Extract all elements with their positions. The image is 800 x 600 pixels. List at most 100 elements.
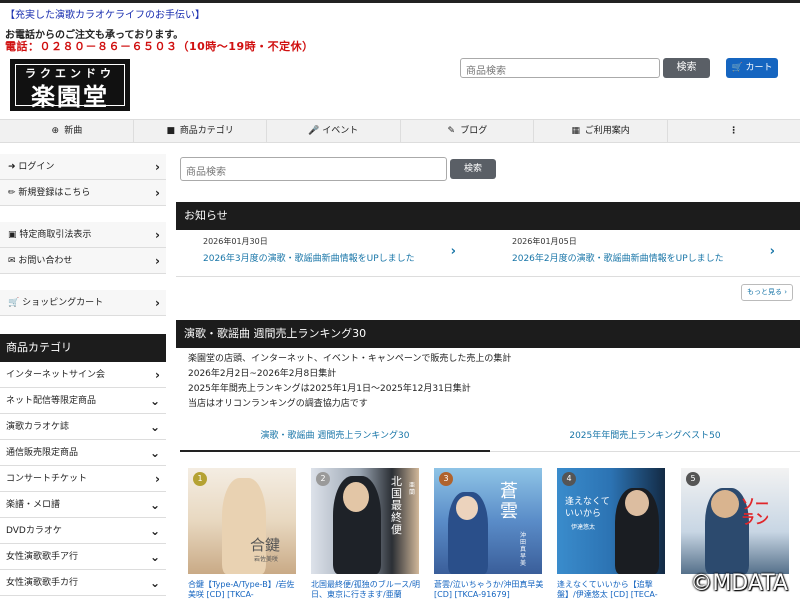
category-heading: 商品カテゴリ — [0, 334, 166, 362]
news-item[interactable]: 2026年01月05日 2026年2月度の演歌・歌謡曲新曲情報をUPしました › — [485, 236, 785, 276]
news-item[interactable]: 2026年01月30日 2026年3月度の演歌・歌謡曲新曲情報をUPしました › — [176, 236, 466, 276]
cover-face — [343, 482, 369, 512]
chevron-down-icon: ⌄ — [149, 524, 160, 538]
sidebar-item-label: お問い合わせ — [18, 256, 73, 266]
main-search-button[interactable]: 検索 — [450, 159, 496, 179]
chevron-right-icon: › — [155, 186, 160, 200]
cover-artist: 亜蘭 — [409, 482, 416, 496]
category-label: ネット配信等限定商品 — [6, 396, 97, 406]
nav-guide[interactable]: ▦ ご利用案内 — [534, 120, 668, 142]
sidebar-item-cart[interactable]: 🛒 ショッピングカート › — [0, 290, 166, 316]
tab-weekly-ranking[interactable]: 演歌・歌謡曲 週間売上ランキング30 — [180, 424, 490, 452]
nav-label: ご利用案内 — [584, 126, 630, 136]
chevron-right-icon: › — [769, 244, 775, 259]
product-title[interactable]: 蒼雲/泣いちゃうか/沖田真早美 [CD] [TKCA-91679] — [434, 580, 544, 600]
copyright-watermark: ©MDATA — [690, 571, 788, 596]
category-label: 女性演歌歌手ア行 — [6, 552, 79, 562]
more-news-button[interactable]: もっと見る › — [741, 284, 793, 301]
ranking-desc-line: 2025年年間売上ランキングは2025年1月1日～2025年12月31日集計 — [188, 384, 471, 394]
nav-label: 商品カテゴリ — [179, 126, 234, 136]
ranking-heading: 演歌・歌謡曲 週間売上ランキング30 — [176, 320, 800, 348]
news-title[interactable]: 2026年3月度の演歌・歌謡曲新曲情報をUPしました — [176, 251, 466, 264]
category-label: 楽譜・メロ譜 — [6, 500, 61, 510]
category-label: 通信販売限定商品 — [6, 448, 79, 458]
divider — [176, 276, 800, 277]
cover-artist: 岩佐美咲 — [254, 556, 279, 563]
category-item[interactable]: 演歌カラオケ誌 ⌄ — [0, 414, 166, 440]
main-search-input[interactable]: 商品検索 — [180, 157, 447, 181]
album-cover[interactable]: ソーラン 5 — [681, 468, 789, 574]
sidebar-item-label: ログイン — [18, 162, 55, 172]
header-search-button[interactable]: 検索 — [663, 58, 710, 78]
product-title[interactable]: 逢えなくていいから【追撃盤】/伊達悠太 [CD] [TECA-25057] — [557, 580, 667, 600]
category-label: インターネットサイン会 — [6, 370, 106, 380]
category-label: 演歌カラオケ誌 — [6, 422, 70, 432]
sidebar-item-login[interactable]: ➜ ログイン › — [0, 154, 166, 180]
product-card[interactable]: 合鍵 岩佐美咲 1 合鍵【Type-A/Type-B】/岩佐美咲 [CD] [T… — [188, 468, 298, 600]
site-logo[interactable]: ラクエンドウ 楽園堂 — [10, 59, 130, 111]
header-search-input[interactable]: 商品検索 — [460, 58, 660, 78]
category-item[interactable]: 女性演歌歌手カ行 ⌄ — [0, 570, 166, 596]
ranking-tabs: 演歌・歌謡曲 週間売上ランキング30 2025年年間売上ランキングベスト50 — [180, 424, 800, 452]
chevron-right-icon: › — [155, 254, 160, 268]
cart-button-label: カート — [745, 63, 773, 73]
category-label: 女性演歌歌手カ行 — [6, 578, 79, 588]
folder-icon: ■ — [166, 126, 175, 136]
chevron-right-icon: › — [155, 296, 160, 310]
chevron-down-icon: ⌄ — [149, 498, 160, 512]
news-heading: お知らせ — [176, 202, 800, 230]
chevron-down-icon: ⌄ — [149, 446, 160, 460]
news-title[interactable]: 2026年2月度の演歌・歌謡曲新曲情報をUPしました — [485, 251, 785, 264]
nav-more[interactable]: ⋮ — [668, 120, 800, 142]
logo-kanji: 楽園堂 — [31, 82, 109, 111]
nav-new-songs[interactable]: ⊕ 新曲 — [0, 120, 134, 142]
ranking-desc-line: 2026年2月2日~2026年2月8日集計 — [188, 369, 337, 379]
nav-events[interactable]: 🎤 イベント — [267, 120, 401, 142]
product-card[interactable]: ソーラン 5 — [681, 468, 791, 580]
album-cover[interactable]: 蒼雲 沖田真早美 3 — [434, 468, 542, 574]
category-item[interactable]: コンサートチケット › — [0, 466, 166, 492]
chevron-down-icon: ⌄ — [149, 576, 160, 590]
cover-title: ソーラン — [741, 497, 769, 528]
mail-icon: ✉ — [8, 256, 16, 266]
phone-number: 電話：０２８０－８６－６５０３（10時～19時・不定休） — [5, 40, 314, 53]
more-vertical-icon: ⋮ — [729, 126, 739, 136]
nav-categories[interactable]: ■ 商品カテゴリ — [134, 120, 267, 142]
sidebar-item-legal[interactable]: ▣ 特定商取引法表示 › — [0, 222, 166, 248]
nav-label: イベント — [322, 126, 359, 136]
cart-button[interactable]: 🛒 カート — [726, 58, 778, 78]
chevron-down-icon: ⌄ — [149, 550, 160, 564]
tab-annual-ranking[interactable]: 2025年年間売上ランキングベスト50 — [490, 424, 800, 452]
category-item[interactable]: 楽譜・メロ譜 ⌄ — [0, 492, 166, 518]
rank-badge: 2 — [316, 472, 330, 486]
category-item[interactable]: DVDカラオケ ⌄ — [0, 518, 166, 544]
cover-title: 蒼雲 — [500, 481, 518, 522]
sidebar-item-label: 新規登録はこちら — [18, 188, 91, 198]
chevron-right-icon: › — [155, 472, 160, 486]
product-card[interactable]: 蒼雲 沖田真早美 3 蒼雲/泣いちゃうか/沖田真早美 [CD] [TKCA-91… — [434, 468, 544, 600]
chevron-right-icon: › — [784, 288, 788, 296]
sidebar-item-register[interactable]: ✏ 新規登録はこちら › — [0, 180, 166, 206]
album-cover[interactable]: 逢えなくていいから 伊達悠太 4 — [557, 468, 665, 574]
cover-artist: 伊達悠太 — [571, 524, 596, 531]
sidebar-item-contact[interactable]: ✉ お問い合わせ › — [0, 248, 166, 274]
album-cover[interactable]: 合鍵 岩佐美咲 1 — [188, 468, 296, 574]
pencil-icon: ✏ — [8, 188, 16, 198]
cover-face — [711, 490, 739, 518]
category-item[interactable]: インターネットサイン会 › — [0, 362, 166, 388]
rank-badge: 3 — [439, 472, 453, 486]
nav-label: 新曲 — [64, 126, 83, 136]
category-label: DVDカラオケ — [6, 526, 62, 536]
category-item[interactable]: ネット配信等限定商品 ⌄ — [0, 388, 166, 414]
product-title[interactable]: 北国最終便/孤独のブルース/明日、東京に行きます/亜蘭 [CD] — [311, 580, 421, 600]
ranking-desc-line: 当店はオリコンランキングの調査協力店です — [188, 399, 368, 409]
album-cover[interactable]: 北国最終便 亜蘭 2 — [311, 468, 419, 574]
product-title[interactable]: 合鍵【Type-A/Type-B】/岩佐美咲 [CD] [TKCA- — [188, 580, 298, 600]
product-card[interactable]: 北国最終便 亜蘭 2 北国最終便/孤独のブルース/明日、東京に行きます/亜蘭 [… — [311, 468, 421, 600]
category-item[interactable]: 通信販売限定商品 ⌄ — [0, 440, 166, 466]
product-card[interactable]: 逢えなくていいから 伊達悠太 4 逢えなくていいから【追撃盤】/伊達悠太 [CD… — [557, 468, 667, 600]
nav-blog[interactable]: ✎ ブログ — [401, 120, 534, 142]
site-tagline: 【充実した演歌カラオケライフのお手伝い】 — [5, 10, 205, 21]
category-item[interactable]: 女性演歌歌手ア行 ⌄ — [0, 544, 166, 570]
